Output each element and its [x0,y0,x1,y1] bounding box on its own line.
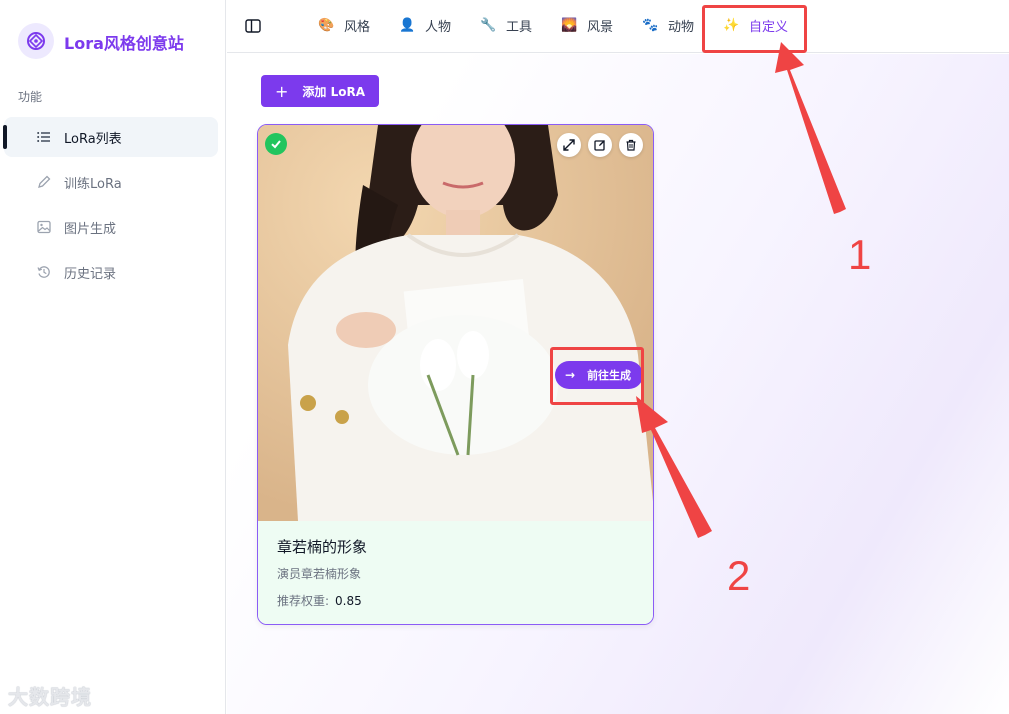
annotation-arrows [636,42,846,538]
arrow-2 [636,396,712,538]
annotation-label-1: 1 [848,231,872,278]
arrow-1 [775,42,846,214]
annotation-label-2: 2 [727,552,751,599]
watermark: 大数跨境 [8,685,92,709]
